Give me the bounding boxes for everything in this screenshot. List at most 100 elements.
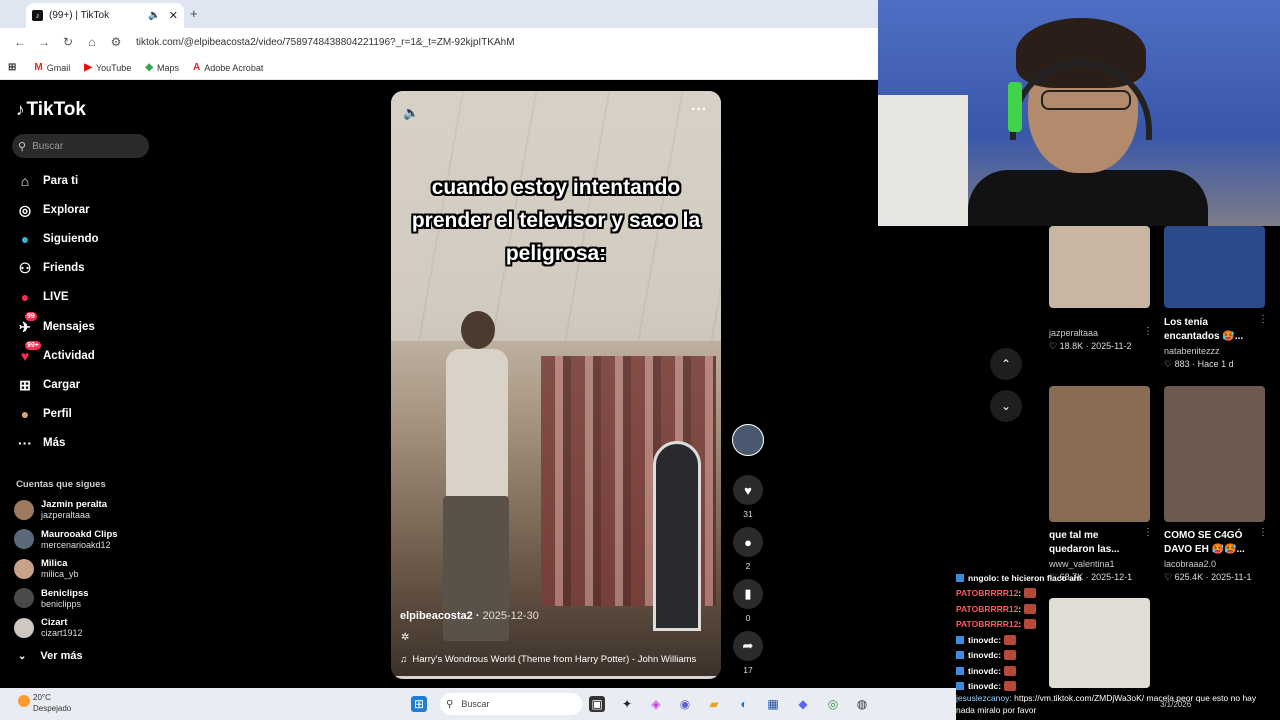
file-explorer-icon[interactable]: ▰ bbox=[706, 696, 722, 712]
chat-highlight: jesuslezcanoy: https://vm.tiktok.com/ZMD… bbox=[956, 692, 1276, 716]
next-video-button[interactable]: ⌄ bbox=[990, 390, 1022, 422]
obs-icon[interactable]: ◍ bbox=[854, 696, 870, 712]
apps-icon[interactable]: ⊞ bbox=[8, 62, 20, 73]
chat-text: : bbox=[1018, 619, 1022, 630]
chrome-icon[interactable]: ◎ bbox=[825, 696, 841, 712]
edge-icon[interactable]: ◐ bbox=[736, 696, 752, 712]
comment-button[interactable]: ● 2 bbox=[733, 527, 763, 571]
following-account[interactable]: Beniclipss beniclipps bbox=[14, 588, 89, 609]
previous-video-button[interactable]: ⌃ bbox=[990, 348, 1022, 380]
author-avatar[interactable] bbox=[732, 424, 764, 456]
nav-item-siguiendo[interactable]: ● Siguiendo bbox=[15, 229, 99, 249]
emote-icon bbox=[1004, 665, 1017, 676]
home-button-icon[interactable]: ⌂ bbox=[80, 35, 104, 49]
widgets-icon[interactable]: ✦ bbox=[619, 696, 635, 712]
store-icon[interactable]: ▦ bbox=[765, 696, 781, 712]
video-progress-bar[interactable] bbox=[391, 676, 721, 679]
video-thumbnail[interactable] bbox=[1049, 386, 1150, 522]
following-account[interactable]: Maurooakd Clips mercenarioakd12 bbox=[14, 529, 118, 550]
more-options-icon[interactable]: ⋮ bbox=[1258, 527, 1268, 538]
site-info-icon[interactable]: ⚙ bbox=[104, 35, 128, 49]
taskbar-search[interactable]: ⚲ Buscar bbox=[440, 693, 582, 715]
nav-item-perfil[interactable]: ● Perfil bbox=[15, 404, 72, 424]
nav-label: Mensajes bbox=[43, 321, 95, 333]
search-input[interactable]: ⚲ Buscar bbox=[12, 134, 149, 158]
forward-icon[interactable]: → bbox=[32, 35, 56, 49]
new-tab-icon[interactable]: + bbox=[190, 6, 198, 21]
video-author[interactable]: elpibeacosta2 · 2025-12-30 bbox=[400, 610, 539, 622]
video-thumbnail[interactable] bbox=[1164, 386, 1265, 522]
nav-label: Explorar bbox=[43, 204, 90, 216]
address-bar: ← → ↻ ⌂ ⚙ tiktok.com/@elpibeacosta2/vide… bbox=[0, 28, 878, 56]
bookmark-adobe-acrobat[interactable]: A Adobe Acrobat bbox=[193, 62, 263, 73]
emote-icon bbox=[1004, 634, 1017, 645]
comment-count: 2 bbox=[745, 561, 751, 571]
emote-icon bbox=[1024, 603, 1037, 614]
account-handle: milica_yb bbox=[41, 569, 79, 579]
chat-message: tinovdc: bbox=[956, 632, 1126, 648]
following-account[interactable]: Jazmin peralta jazperaltaaa bbox=[14, 499, 107, 520]
volume-icon[interactable]: 🔈 bbox=[403, 105, 419, 121]
bookmark-youtube[interactable]: ▶ YouTube bbox=[84, 62, 131, 73]
profile-icon: ● bbox=[20, 406, 30, 422]
nav-item-friends[interactable]: ⚇ Friends bbox=[15, 258, 85, 278]
nav-item-más[interactable]: ··· Más bbox=[15, 433, 65, 453]
tab-audio-icon[interactable]: 🔈 bbox=[148, 10, 160, 21]
video-stats: ♡ 883 · Hace 1 d bbox=[1164, 359, 1234, 369]
video-user[interactable]: www_valentina1 bbox=[1049, 559, 1115, 569]
teams-icon[interactable]: ◉ bbox=[677, 696, 693, 712]
notification-badge: 99 bbox=[25, 312, 37, 321]
video-thumbnail[interactable] bbox=[1049, 226, 1150, 308]
copilot-icon[interactable]: ◈ bbox=[648, 696, 664, 712]
video-player[interactable]: cuando estoy intentando prender el telev… bbox=[391, 91, 721, 679]
video-title[interactable]: Los tenía encantados 🥵... bbox=[1164, 316, 1256, 344]
more-options-icon[interactable]: ⋮ bbox=[1143, 326, 1153, 337]
url-field[interactable]: tiktok.com/@elpibeacosta2/video/75897484… bbox=[136, 37, 515, 48]
video-user[interactable]: lacobraaa2.0 bbox=[1164, 559, 1216, 569]
save-button[interactable]: ▮ 0 bbox=[733, 579, 763, 623]
video-title[interactable]: que tal me quedaron las... bbox=[1049, 529, 1141, 557]
friends-icon: ⚇ bbox=[18, 259, 32, 276]
more-options-icon[interactable]: ··· bbox=[691, 101, 707, 119]
nav-item-actividad[interactable]: ♥ 99+ Actividad bbox=[15, 341, 95, 366]
see-more-button[interactable]: ⌄ Ver más bbox=[18, 650, 83, 662]
author-name[interactable]: elpibeacosta2 bbox=[400, 610, 473, 622]
bookmark-maps[interactable]: ◆ Maps bbox=[145, 62, 179, 73]
chat-text: : bbox=[998, 665, 1002, 676]
nav-item-mensajes[interactable]: ✈ 99 Mensajes bbox=[15, 312, 95, 337]
following-account[interactable]: Cizart cizart1912 bbox=[14, 617, 83, 638]
tiktok-favicon-icon: ♪ bbox=[32, 10, 43, 21]
nav-item-para-ti[interactable]: ⌂ Para ti bbox=[15, 171, 78, 191]
see-more-label: Ver más bbox=[40, 650, 83, 662]
nav-item-explorar[interactable]: ◎ Explorar bbox=[15, 200, 90, 220]
task-view-icon[interactable]: ▣ bbox=[589, 696, 605, 712]
video-thumbnail[interactable] bbox=[1164, 226, 1265, 308]
effect-icon[interactable]: ✲ bbox=[401, 632, 409, 643]
tiktok-logo[interactable]: ♪ TikTok bbox=[16, 99, 86, 121]
twitch-badge-icon bbox=[956, 666, 964, 675]
browser-tab[interactable]: ♪ (99+) | TikTok 🔈 ✕ bbox=[26, 3, 184, 28]
nav-item-live[interactable]: ● LIVE bbox=[15, 287, 69, 307]
start-icon[interactable]: ⊞ bbox=[411, 696, 427, 712]
following-account[interactable]: Milica milica_yb bbox=[14, 558, 79, 579]
back-icon[interactable]: ← bbox=[8, 35, 32, 49]
chat-message: PATOBRRRR12: bbox=[956, 601, 1126, 617]
music-track[interactable]: ♫ Harry's Wondrous World (Theme from Har… bbox=[400, 654, 696, 665]
like-button[interactable]: ♥ 31 bbox=[733, 475, 763, 519]
more-options-icon[interactable]: ⋮ bbox=[1143, 527, 1153, 538]
nav-item-cargar[interactable]: ⊞ Cargar bbox=[15, 375, 80, 395]
music-title: Harry's Wondrous World (Theme from Harry… bbox=[412, 654, 697, 665]
share-button[interactable]: ➦ 17 bbox=[733, 631, 763, 675]
more-options-icon[interactable]: ⋮ bbox=[1258, 314, 1268, 325]
home-icon: ⌂ bbox=[20, 173, 30, 189]
bookmark-gmail[interactable]: M Gmail bbox=[34, 62, 70, 73]
emote-icon bbox=[1004, 681, 1017, 692]
video-user[interactable]: jazperaltaaa bbox=[1049, 328, 1098, 338]
reload-icon[interactable]: ↻ bbox=[56, 35, 80, 49]
tab-close-icon[interactable]: ✕ bbox=[169, 9, 178, 22]
video-user[interactable]: natabenitezzz bbox=[1164, 346, 1220, 356]
discord-icon[interactable]: ◆ bbox=[795, 696, 811, 712]
video-title[interactable]: COMO SE C4GÓ DAVO EH 🥵🥵... bbox=[1164, 529, 1256, 557]
share-count: 17 bbox=[743, 665, 753, 675]
weather-widget[interactable]: 20°C Despejado bbox=[18, 692, 71, 714]
